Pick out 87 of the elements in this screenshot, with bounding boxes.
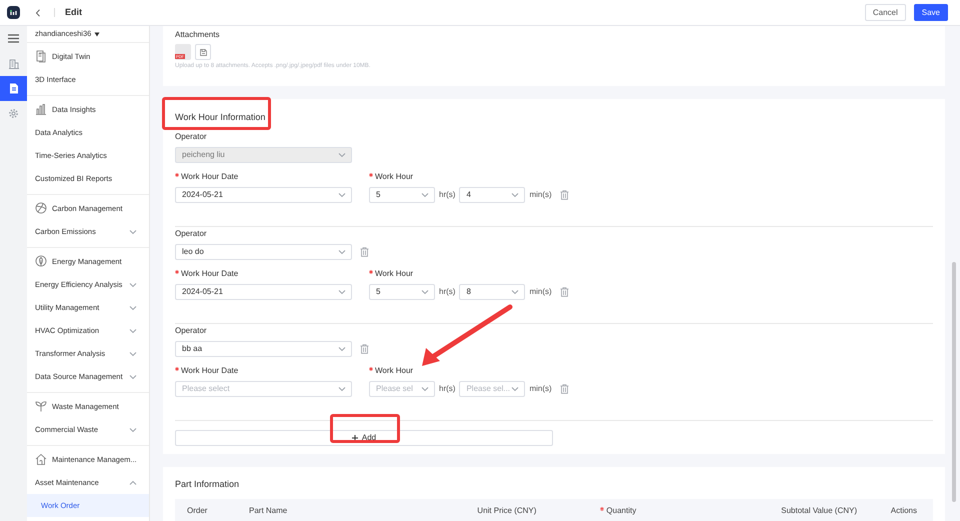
field-label: Operator xyxy=(175,325,208,337)
app-logo-icon xyxy=(7,6,20,19)
chevron-icon xyxy=(338,288,346,296)
field-label: Work Hour xyxy=(369,365,569,377)
trash-icon[interactable] xyxy=(360,247,369,257)
unit-label: min(s) xyxy=(529,286,552,298)
trash-icon[interactable] xyxy=(560,287,569,297)
unit-label: hr(s) xyxy=(439,383,456,395)
chevron-icon xyxy=(511,191,520,199)
field-label: Work Hour xyxy=(369,171,569,183)
field-label: Operator xyxy=(175,228,208,240)
rail-item[interactable] xyxy=(0,76,27,101)
column-header: Actions xyxy=(890,504,918,516)
required-icon xyxy=(369,270,373,274)
chevron-icon xyxy=(421,288,429,296)
sprout-icon xyxy=(35,400,47,413)
unit-label: hr(s) xyxy=(439,286,456,298)
chevron-icon xyxy=(129,350,137,358)
field-label: Work Hour Date xyxy=(175,268,352,280)
add-button[interactable]: Add xyxy=(175,430,553,446)
select-field[interactable]: 8 xyxy=(459,284,526,300)
cancel-button[interactable]: Cancel xyxy=(864,4,906,21)
column-header: Subtotal Value (CNY) xyxy=(780,504,858,516)
back-icon[interactable] xyxy=(35,8,41,16)
document-icon xyxy=(8,83,18,94)
required-icon xyxy=(175,173,179,177)
settings-icon xyxy=(8,108,19,119)
select-field[interactable]: 2024-05-21 xyxy=(175,284,352,300)
section-title: Part Information xyxy=(175,478,240,491)
select-field[interactable]: leo do xyxy=(175,244,352,260)
plus-icon xyxy=(352,435,358,441)
chevron-icon xyxy=(129,304,137,312)
required-icon xyxy=(175,367,179,371)
house-icon xyxy=(35,453,47,466)
field-label: Work Hour Date xyxy=(175,171,352,183)
menu-icon xyxy=(8,34,19,43)
column-header: Unit Price (CNY) xyxy=(476,504,538,516)
required-icon xyxy=(369,173,373,177)
caret-icon[interactable] xyxy=(94,32,100,36)
save-icon xyxy=(200,48,206,56)
globe-icon xyxy=(35,202,47,215)
unit-label: hr(s) xyxy=(439,189,456,201)
field-label: Work Hour Date xyxy=(175,365,352,377)
section-title: Work Hour Information xyxy=(175,111,266,124)
upload-button[interactable] xyxy=(195,44,211,60)
annotation-box xyxy=(330,414,400,443)
chevron-icon xyxy=(129,478,137,486)
chevron-icon xyxy=(421,385,429,393)
chevron-icon xyxy=(338,191,346,199)
select-field[interactable]: 5 xyxy=(369,187,435,203)
chevron-icon xyxy=(129,426,137,434)
attachments-label: Attachments xyxy=(175,29,220,41)
trash-icon[interactable] xyxy=(560,384,569,394)
field-label: Work Hour xyxy=(369,268,569,280)
chevron-icon xyxy=(129,326,137,334)
required-icon xyxy=(369,367,373,371)
bar-chart-icon xyxy=(35,103,47,116)
column-header: Part Name xyxy=(249,504,288,516)
select-field[interactable]: 4 xyxy=(459,187,526,203)
save-button[interactable]: Save xyxy=(914,4,948,21)
scrollbar-thumb[interactable] xyxy=(952,262,956,502)
trash-icon[interactable] xyxy=(560,190,569,200)
select-field[interactable]: 5 xyxy=(369,284,435,300)
required-icon xyxy=(600,506,604,510)
chevron-icon xyxy=(511,288,520,296)
page-title: Edit xyxy=(65,6,82,19)
column-header: Quantity xyxy=(540,504,686,516)
select-field[interactable]: 2024-05-21 xyxy=(175,187,352,203)
chevron-icon xyxy=(129,228,137,236)
chevron-icon xyxy=(338,345,346,353)
required-icon xyxy=(175,270,179,274)
column-header: Order xyxy=(187,504,208,516)
select-field[interactable]: bb aa xyxy=(175,341,352,357)
building-icon xyxy=(8,58,18,68)
unit-label: min(s) xyxy=(529,189,552,201)
chevron-icon xyxy=(511,385,520,393)
trash-icon[interactable] xyxy=(360,344,369,354)
unit-label: min(s) xyxy=(529,383,552,395)
chevron-icon xyxy=(338,385,346,393)
chevron-icon xyxy=(338,248,346,256)
chevron-icon xyxy=(129,372,137,380)
chevron-icon xyxy=(421,191,429,199)
chevron-icon xyxy=(129,280,137,288)
field-label: Operator xyxy=(175,131,208,143)
chevron-icon xyxy=(338,151,346,159)
document-stack-icon xyxy=(35,50,47,63)
leaf-icon xyxy=(35,255,47,268)
